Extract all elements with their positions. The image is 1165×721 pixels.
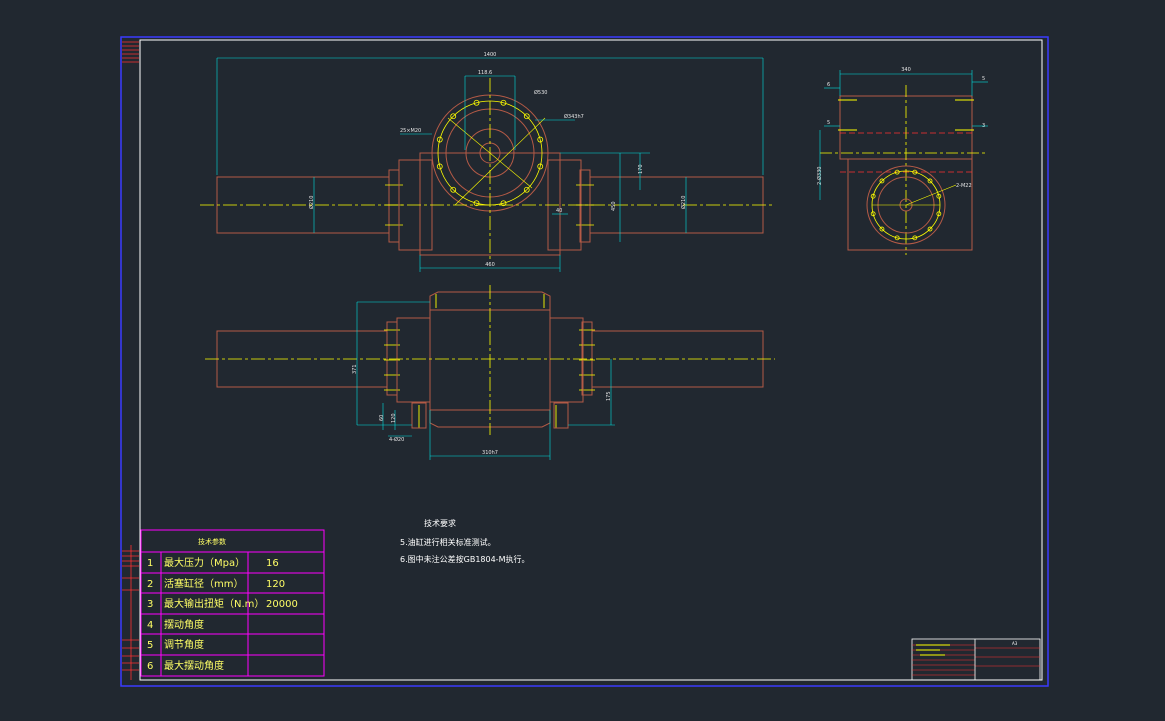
title-block: A3 xyxy=(912,639,1040,680)
param-row-number: 6 xyxy=(147,661,153,672)
dim-top-right: 175 xyxy=(606,391,612,401)
top-left-flange xyxy=(387,322,397,395)
technical-notes: 技术要求 5.油缸进行相关标准测试。 6.图中未注公差按GB1804-M执行。 xyxy=(400,518,529,564)
front-left-flange xyxy=(389,170,399,242)
notes-line-1: 5.油缸进行相关标准测试。 xyxy=(400,537,496,547)
dim-bolt-circle: Ø343h7 xyxy=(564,113,584,120)
param-row-name: 活塞缸径（mm） xyxy=(164,577,243,590)
dim-side-top: 340 xyxy=(901,67,911,73)
param-row-name: 最大输出扭矩（N.m） xyxy=(164,597,264,610)
dim-side-right-a: 5 xyxy=(982,76,985,82)
param-row-value: 120 xyxy=(266,579,285,590)
top-view: 371 175 60 120 4-Ø20 310h7 xyxy=(205,285,775,460)
notes-title: 技术要求 xyxy=(424,518,456,528)
param-row-number: 1 xyxy=(147,558,153,569)
side-view: 340 6 5 5 3 2-Ø330 2-M22 xyxy=(816,67,988,255)
dim-top-holes: 4-Ø20 xyxy=(389,436,404,443)
param-row-name: 最大摆动角度 xyxy=(164,659,224,672)
dim-side-vertical: 2-Ø330 xyxy=(816,167,823,185)
dim-overall-length: 1400 xyxy=(484,52,497,58)
dim-bolt-count: 25×M20 xyxy=(400,128,421,134)
param-row-value: 20000 xyxy=(266,599,298,610)
param-row-name: 调节角度 xyxy=(164,638,204,651)
param-row-number: 4 xyxy=(147,620,153,631)
dim-top-small-b: 120 xyxy=(391,413,397,423)
dim-top-bottom: 310h7 xyxy=(482,450,498,456)
outer-border xyxy=(121,37,1048,686)
dim-side-height: 170 xyxy=(638,164,644,174)
dim-side-bolts: 2-M22 xyxy=(956,183,972,189)
param-row-name: 摆动角度 xyxy=(164,618,204,631)
left-margin-markers xyxy=(122,42,139,680)
dim-body-height: 450 xyxy=(611,201,617,211)
dim-shaft-diameter-right: Ø210 xyxy=(680,196,687,209)
dim-top-height: 371 xyxy=(352,364,358,374)
dim-shaft-diameter-left: Ø210 xyxy=(308,196,315,209)
dim-flange-diameter: Ø530 xyxy=(534,89,547,96)
param-row-number: 3 xyxy=(147,599,153,610)
dim-top-small-a: 60 xyxy=(379,415,385,421)
dim-pcd-top: 118.6 xyxy=(478,70,492,76)
sheet-label: A3 xyxy=(1012,641,1018,646)
dim-body-width: 460 xyxy=(485,262,495,268)
notes-line-2: 6.图中未注公差按GB1804-M执行。 xyxy=(400,554,529,564)
dim-side-left-a: 6 xyxy=(827,82,830,88)
dim-side-right-b: 3 xyxy=(982,123,985,129)
param-row-value: 16 xyxy=(266,558,279,569)
dim-side-left-b: 5 xyxy=(827,120,830,126)
top-right-housing xyxy=(550,318,583,402)
param-row-number: 5 xyxy=(147,640,153,651)
cad-drawing-canvas[interactable]: 1400 118.6 Ø530 Ø343h7 25×M20 460 Ø210 Ø… xyxy=(0,0,1165,721)
param-table-title: 技术参数 xyxy=(198,537,226,546)
dim-side-width: 40 xyxy=(556,208,562,214)
parameter-table: 技术参数 1 最大压力（Mpa） 16 2 活塞缸径（mm） 120 3 最大输出扭矩（N.m… xyxy=(141,530,324,676)
top-left-housing xyxy=(397,318,430,402)
front-view: 1400 118.6 Ø530 Ø343h7 25×M20 460 Ø210 Ø… xyxy=(200,52,775,272)
param-row-number: 2 xyxy=(147,579,153,590)
param-row-name: 最大压力（Mpa） xyxy=(164,556,245,569)
